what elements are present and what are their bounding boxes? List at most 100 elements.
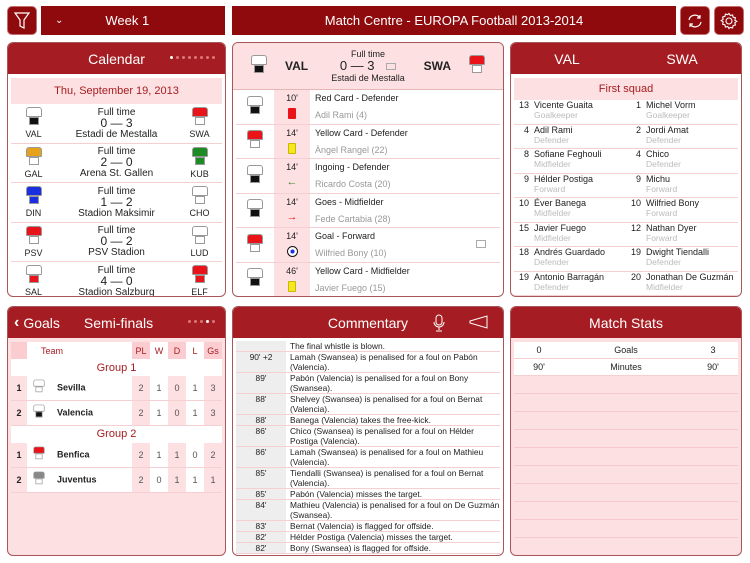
page-dot[interactable]: [194, 56, 197, 59]
refresh-button[interactable]: [680, 6, 710, 35]
player-entry[interactable]: 2 Jordi Amat Defender: [626, 125, 738, 149]
commentary-item: 86' Chico (Swansea) is penalised for a fo…: [236, 426, 500, 447]
calendar-match[interactable]: VAL Full time 0 — 3 Estadi de Mestalla SWA: [11, 104, 222, 144]
back-label: Goals: [23, 314, 60, 331]
stat-cell: 1: [168, 442, 186, 467]
commentary-minute: 90' +2: [236, 352, 286, 372]
page-dot[interactable]: [200, 320, 203, 323]
lineup-home-team[interactable]: VAL: [554, 51, 579, 67]
team-kit-icon: [33, 471, 45, 486]
video-icon[interactable]: [476, 240, 486, 248]
commentary-item: 85' Pabón (Valencia) misses the target.: [236, 489, 500, 500]
megaphone-icon[interactable]: [469, 315, 489, 332]
page-dot[interactable]: [182, 56, 185, 59]
player-entry[interactable]: 20 Jonathan De Guzmán Midfielder: [626, 272, 738, 296]
calendar-match[interactable]: DIN Full time 1 — 2 Stadion Maksimir CHO: [11, 183, 222, 223]
player-entry[interactable]: 12 Nathan Dyer Forward: [626, 223, 738, 247]
player-name: Éver Banega: [534, 198, 587, 208]
chevron-down-icon: ⌄: [55, 15, 64, 26]
page-dot[interactable]: [176, 56, 179, 59]
team-kit-icon: [247, 130, 263, 152]
commentary-text: Lamah (Swansea) is penalised for a foul …: [290, 352, 478, 372]
player-entry[interactable]: 19 Antonio Barragán Defender: [514, 272, 626, 296]
stats-title: Match Stats: [589, 314, 663, 331]
page-dot[interactable]: [200, 56, 203, 59]
standings-row[interactable]: 2 Valencia 21013: [11, 400, 222, 426]
match-event[interactable]: 10' Red Card - Defender Adil Rami (4): [236, 90, 500, 125]
page-dot[interactable]: [212, 56, 215, 59]
match-venue: PSV Stadion: [88, 247, 145, 259]
player-entry[interactable]: 4 Chico Defender: [626, 149, 738, 173]
team-kit-icon: [25, 225, 42, 248]
column-header[interactable]: [11, 342, 27, 359]
match-event[interactable]: 14' Goal - Forward Wilfried Bony (10): [236, 228, 500, 263]
page-dot[interactable]: [206, 56, 209, 59]
commentary-item: 84' Mathieu (Valencia) is penalised for a…: [236, 500, 500, 521]
player-entry[interactable]: 1 Michel Vorm Goalkeeper: [626, 100, 738, 124]
standings-row[interactable]: 2 Juventus 20111: [11, 467, 222, 492]
team-kit-icon: [191, 146, 208, 169]
page-dot[interactable]: [194, 320, 197, 323]
player-entry[interactable]: 9 Michu Forward: [626, 174, 738, 198]
event-minute: 10': [286, 93, 298, 103]
event-player: Wilfried Bony (10): [315, 248, 387, 259]
match-event[interactable]: 46' Yellow Card - Midfielder Javier Fuego…: [236, 262, 500, 296]
week-selector[interactable]: ⌄ Week 1: [41, 6, 225, 35]
rank: 2: [11, 467, 27, 492]
column-header[interactable]: W: [150, 342, 168, 359]
player-entry[interactable]: 9 Hélder Postiga Forward: [514, 174, 626, 198]
calendar-match[interactable]: GAL Full time 2 — 0 Arena St. Gallen KUB: [11, 144, 222, 183]
team-kit-icon: [191, 107, 208, 129]
match-event[interactable]: 14' ← Ingoing - Defender Ricardo Costa (20…: [236, 159, 500, 194]
player-entry[interactable]: 10 Éver Banega Midfielder: [514, 198, 626, 222]
calendar-match[interactable]: PSV Full time 0 — 2 PSV Stadion LUD: [11, 223, 222, 262]
video-icon[interactable]: [386, 63, 397, 70]
calendar-page-dots[interactable]: [170, 56, 215, 59]
commentary-text: Pabón (Valencia) misses the target.: [290, 489, 423, 499]
page-dot[interactable]: [170, 56, 173, 59]
column-header[interactable]: PL: [132, 342, 150, 359]
standings-page-dots[interactable]: [188, 320, 215, 323]
player-entry[interactable]: 18 Andrés Guardado Defender: [514, 247, 626, 271]
player-entry[interactable]: 19 Dwight Tiendalli Defender: [626, 247, 738, 271]
commentary-minute: 84': [236, 500, 286, 520]
player-number: 15: [518, 222, 529, 233]
settings-button[interactable]: [714, 6, 744, 35]
filter-button[interactable]: [7, 6, 37, 35]
commentary-item: 83' Bernat (Valencia) is flagged for offs…: [236, 521, 500, 532]
standings-row[interactable]: 1 Benfica 21102: [11, 442, 222, 467]
empty-row: [514, 430, 738, 448]
team-kit-icon: [247, 95, 263, 118]
stat-cell: 2: [132, 376, 150, 401]
commentary-minute: [236, 341, 286, 351]
standings-row[interactable]: 1 Sevilla 21013: [11, 376, 222, 401]
commentary-item: 85' Tiendalli (Swansea) is penalised for …: [236, 468, 500, 489]
player-number: 2: [635, 124, 641, 135]
page-dot[interactable]: [206, 320, 209, 323]
lineup-away-team[interactable]: SWA: [666, 51, 697, 67]
player-name: Hélder Postiga: [534, 173, 594, 184]
page-dot[interactable]: [188, 320, 191, 323]
microphone-icon[interactable]: [433, 314, 445, 335]
column-header[interactable]: Gs: [204, 342, 222, 359]
player-entry[interactable]: 8 Sofiane Feghouli Midfielder: [514, 149, 626, 173]
player-entry[interactable]: 10 Wilfried Bony Forward: [626, 198, 738, 222]
lineup-row: 4 Adil Rami Defender 2 Jordi Amat Defender: [514, 125, 738, 149]
player-entry[interactable]: 15 Javier Fuego Midfielder: [514, 223, 626, 247]
column-header[interactable]: D: [168, 342, 186, 359]
back-button[interactable]: ‹ Goals: [14, 314, 60, 332]
page-dot[interactable]: [188, 56, 191, 59]
player-entry[interactable]: 4 Adil Rami Defender: [514, 125, 626, 149]
red-card-icon: [288, 108, 296, 121]
player-number: 13: [518, 100, 529, 110]
column-header[interactable]: L: [186, 342, 204, 359]
match-event[interactable]: 14' Yellow Card - Defender Àngel Rangel (…: [236, 124, 500, 159]
page-dot[interactable]: [212, 320, 215, 323]
stat-label: Minutes: [610, 362, 642, 372]
calendar-match[interactable]: SAL Full time 4 — 0 Stadion Salzburg ELF: [11, 262, 222, 296]
match-event[interactable]: 14' → Goes - Midfielder Fede Cartabia (28): [236, 193, 500, 228]
column-header[interactable]: Team: [27, 342, 132, 359]
stats-header: Match Stats: [511, 307, 741, 338]
refresh-icon: [688, 14, 702, 27]
player-entry[interactable]: 13 Vicente Guaita Goalkeeper: [514, 100, 626, 124]
